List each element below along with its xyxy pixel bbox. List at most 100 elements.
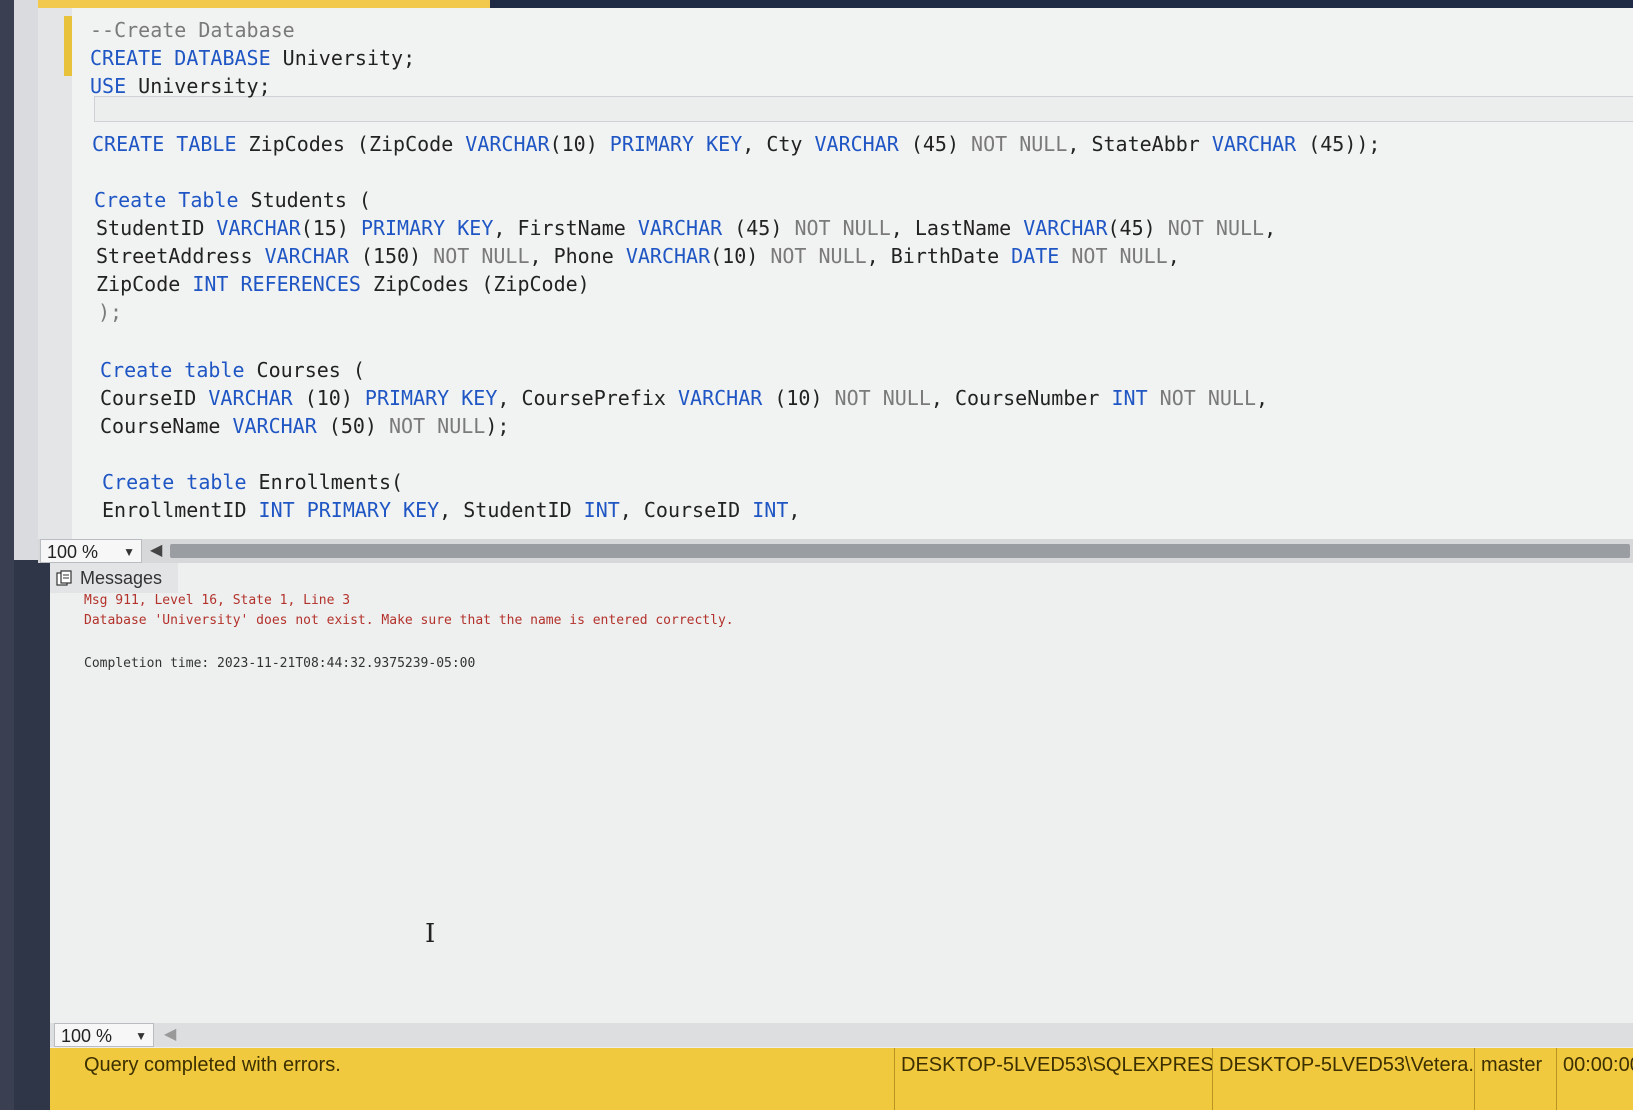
code-line[interactable]: CourseName VARCHAR (50) NOT NULL); xyxy=(100,414,509,438)
code-token: VARCHAR xyxy=(208,386,293,410)
results-pane: Messages Msg 911, Level 16, State 1, Lin… xyxy=(50,563,1633,1023)
code-token: , LastName xyxy=(890,216,1024,240)
code-token: VARCHAR xyxy=(232,414,317,438)
ssms-window: --Create Database CREATE DATABASE Univers… xyxy=(0,0,1633,1110)
code-token: --Create Database xyxy=(90,18,295,42)
code-token: ); xyxy=(98,300,123,324)
code-token: Enrollments( xyxy=(246,470,404,494)
code-token: NOT NULL xyxy=(971,132,1068,156)
code-token: , CourseID xyxy=(619,498,753,522)
code-token: INT xyxy=(583,498,620,522)
code-token: PRIMARY KEY xyxy=(360,216,494,240)
code-token: INT xyxy=(258,498,295,522)
messages-icon xyxy=(56,570,72,586)
messages-tab-label: Messages xyxy=(80,568,163,588)
editor-zoom-select[interactable]: 100 % ▼ xyxy=(40,539,142,563)
code-token: VARCHAR xyxy=(625,244,711,268)
error-message-detail: Database 'University' does not exist. Ma… xyxy=(84,613,734,628)
code-token: , xyxy=(1167,244,1180,268)
code-token: (45) xyxy=(898,132,972,156)
active-tab-indicator[interactable] xyxy=(30,0,490,8)
code-token: (15) xyxy=(300,216,361,240)
editor-hscrollbar[interactable]: 100 % ▼ ◀ xyxy=(38,539,1633,563)
code-token: CREATE DATABASE xyxy=(90,46,271,70)
code-token: VARCHAR xyxy=(216,216,301,240)
messages-tab[interactable]: Messages xyxy=(50,563,178,593)
code-token: NOT NULL xyxy=(1071,244,1168,268)
code-line[interactable]: CREATE TABLE ZipCodes (ZipCode VARCHAR(1… xyxy=(92,132,1380,156)
status-message: Query completed with errors. xyxy=(84,1054,341,1076)
scroll-left-icon[interactable]: ◀ xyxy=(150,539,162,563)
query-editor[interactable]: --Create Database CREATE DATABASE Univers… xyxy=(38,8,1633,540)
code-token: , StateAbbr xyxy=(1067,132,1212,156)
code-token: , xyxy=(1256,386,1269,410)
code-token: INT xyxy=(192,272,229,296)
left-window-edge-lower xyxy=(14,560,50,1110)
code-token: NOT NULL xyxy=(1159,386,1256,410)
code-token: , Phone xyxy=(529,244,626,268)
code-token: VARCHAR xyxy=(264,244,349,268)
code-token: ); xyxy=(485,414,510,438)
error-message-line: Msg 911, Level 16, State 1, Line 3 xyxy=(84,593,351,608)
code-token: NOT NULL xyxy=(794,216,891,240)
code-line[interactable]: Create Table Students ( xyxy=(94,188,371,212)
code-token: StreetAddress xyxy=(96,244,265,268)
code-token: Create table xyxy=(100,358,245,382)
code-line[interactable]: Create table Courses ( xyxy=(100,358,365,382)
code-line[interactable]: --Create Database xyxy=(90,18,295,42)
scroll-left-icon[interactable]: ◀ xyxy=(164,1023,176,1047)
status-server: DESKTOP-5LVED53\SQLEXPRESS ... xyxy=(894,1048,1212,1110)
results-hscrollbar[interactable]: 100 % ▼ ◀ xyxy=(50,1023,1633,1047)
code-token: DATE xyxy=(1011,244,1060,268)
code-line[interactable]: CourseID VARCHAR (10) PRIMARY KEY , Cours… xyxy=(100,386,1268,410)
status-database: master xyxy=(1474,1048,1556,1110)
code-token: , xyxy=(1264,216,1277,240)
code-token: VARCHAR xyxy=(814,132,899,156)
code-token: (10) xyxy=(762,386,835,410)
code-token: VARCHAR xyxy=(1023,216,1108,240)
code-token: StudentID xyxy=(96,216,217,240)
current-line-highlight xyxy=(94,96,1633,122)
results-zoom-select[interactable]: 100 % ▼ xyxy=(54,1023,154,1047)
code-token: (45) xyxy=(722,216,795,240)
code-token: VARCHAR xyxy=(1211,132,1297,156)
code-token: (10) xyxy=(292,386,365,410)
code-line[interactable]: ZipCode INT REFERENCES ZipCodes (ZipCode… xyxy=(96,272,590,296)
code-line[interactable]: Create table Enrollments( xyxy=(102,470,403,494)
code-line[interactable]: USE University; xyxy=(90,74,271,98)
code-token: NOT NULL xyxy=(770,244,867,268)
code-token: , StudentID xyxy=(439,498,584,522)
code-token: NOT NULL xyxy=(433,244,530,268)
code-token: CourseID xyxy=(100,386,209,410)
code-token: USE xyxy=(90,74,127,98)
code-token: INT xyxy=(752,498,789,522)
text-cursor-icon: I xyxy=(425,919,436,949)
code-line[interactable]: StreetAddress VARCHAR (150) NOT NULL, Ph… xyxy=(96,244,1180,268)
code-token: PRIMARY KEY xyxy=(364,386,498,410)
code-token: , FirstName xyxy=(493,216,638,240)
code-token: NOT NULL xyxy=(389,414,486,438)
completion-time: Completion time: 2023-11-21T08:44:32.937… xyxy=(84,656,476,671)
code-token: (45)); xyxy=(1296,132,1381,156)
code-line[interactable]: StudentID VARCHAR(15) PRIMARY KEY, First… xyxy=(96,216,1276,240)
scroll-thumb[interactable] xyxy=(170,544,1630,558)
code-token: (150) xyxy=(348,244,434,268)
code-token: , Cty xyxy=(742,132,815,156)
code-token: VARCHAR xyxy=(637,216,723,240)
code-token: , xyxy=(788,498,801,522)
code-token: , CourseNumber xyxy=(930,386,1112,410)
code-line[interactable]: EnrollmentID INT PRIMARY KEY, StudentID … xyxy=(102,498,800,522)
code-token: PRIMARY KEY xyxy=(306,498,440,522)
code-token: EnrollmentID xyxy=(102,498,259,522)
code-token: (10) xyxy=(549,132,610,156)
code-line[interactable]: CREATE DATABASE University; xyxy=(90,46,415,70)
code-token: Students ( xyxy=(238,188,371,212)
code-line[interactable]: ); xyxy=(98,300,122,324)
chevron-down-icon: ▼ xyxy=(135,1029,147,1043)
status-elapsed-time: 00:00:00 xyxy=(1556,1048,1633,1110)
code-token: University; xyxy=(270,46,416,70)
